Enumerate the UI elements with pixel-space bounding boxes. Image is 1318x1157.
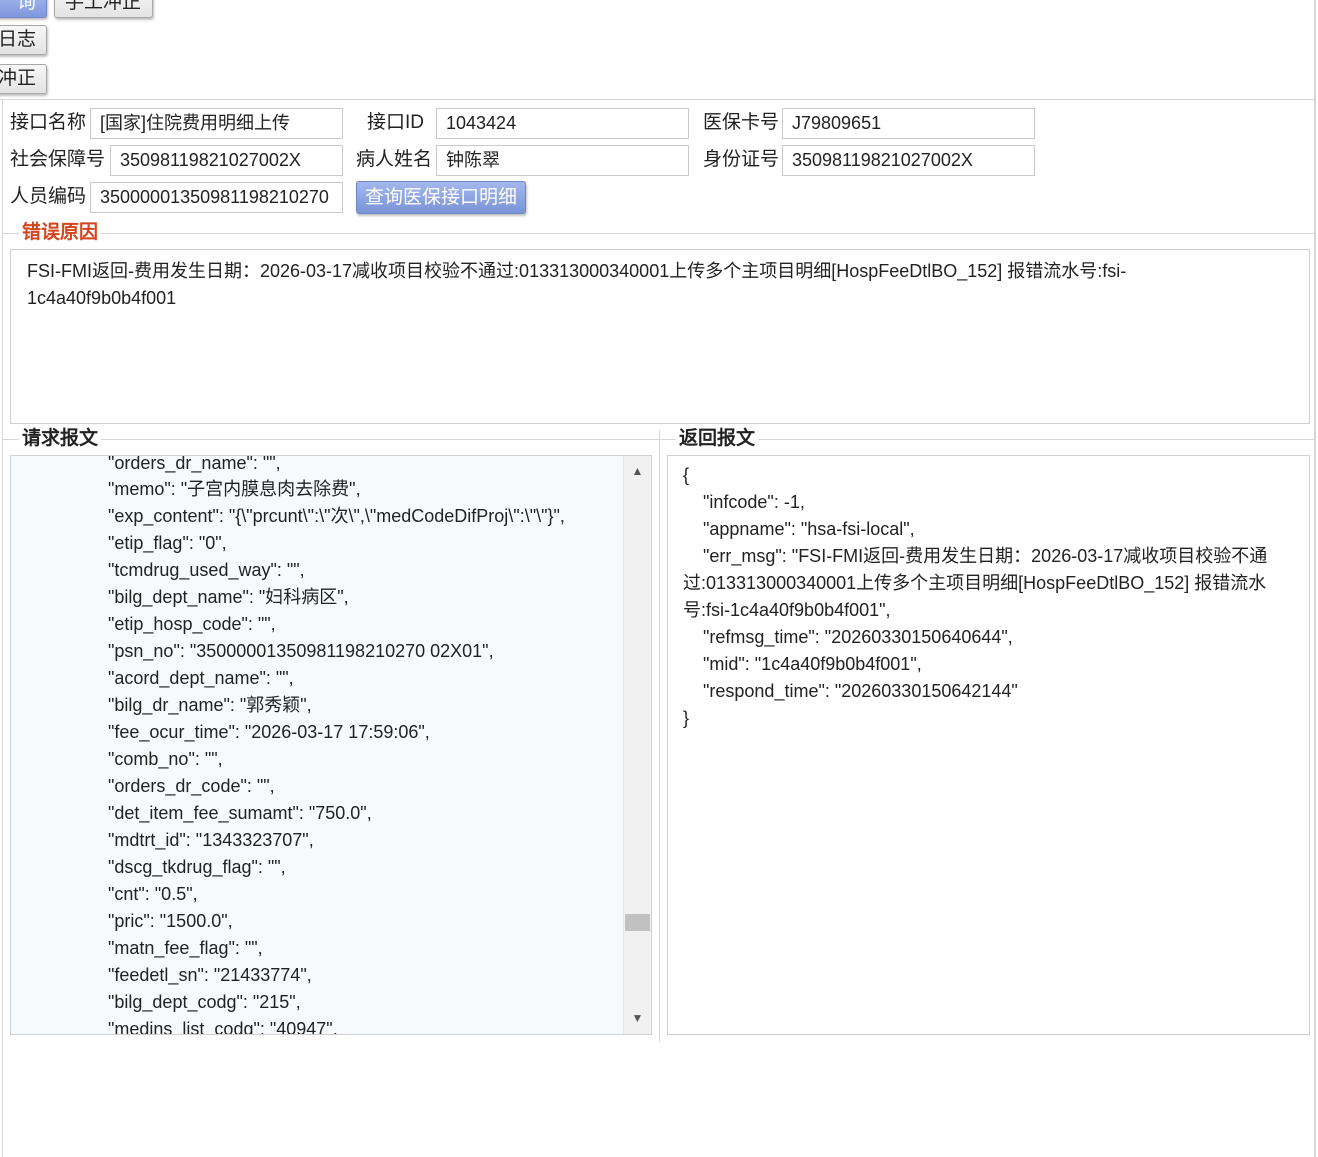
scrollbar-thumb[interactable]: [625, 914, 650, 931]
interface-name-label: 接口名称: [10, 112, 87, 133]
request-line: "dscg_tkdrug_flag": "",: [108, 857, 286, 877]
request-line: "det_item_fee_sumamt": "750.0",: [108, 803, 372, 823]
request-line: "memo": "子宫内膜息肉去除费",: [108, 479, 361, 499]
response-line: "infcode": -1,: [683, 492, 805, 512]
response-line: "respond_time": "20260330150642144": [683, 681, 1018, 701]
window-left-border: [2, 100, 3, 1157]
response-line: 过:013313000340001上传多个主项目明细[HospFeeDtlBO_…: [683, 573, 1267, 593]
insurance-card-label: 医保卡号: [703, 112, 780, 133]
interface-id-label: 接口ID: [367, 112, 425, 133]
toolbar-divider: [0, 99, 1314, 100]
error-line: 1c4a40f9b0b4f001: [27, 288, 177, 308]
request-line: "acord_dept_name": "",: [108, 668, 294, 688]
request-message-box[interactable]: "orders_dr_name": "", "memo": "子宫内膜息肉去除费…: [10, 455, 652, 1035]
correction-button[interactable]: 冲正: [0, 64, 47, 94]
response-line: "refmsg_time": "20260330150640644",: [683, 627, 1013, 647]
error-message-box[interactable]: FSI-FMI返回-费用发生日期：2026-03-17减收项目校验不通过:013…: [10, 249, 1310, 424]
response-section-title: 返回报文: [676, 428, 759, 450]
response-line: "err_msg": "FSI-FMI返回-费用发生日期：2026-03-17减…: [683, 546, 1268, 566]
request-line: "etip_hosp_code": "",: [108, 614, 276, 634]
patient-name-field[interactable]: 钟陈翠: [436, 145, 689, 176]
request-line: "bilg_dr_name": "郭秀颖",: [108, 695, 312, 715]
request-line: "medins_list_codg": "40947",: [108, 1019, 338, 1035]
window-right-border: [1314, 0, 1316, 1157]
error-section-title: 错误原因: [19, 222, 102, 244]
request-scrollbar[interactable]: ▲ ▼: [623, 456, 651, 1034]
response-message-box[interactable]: { "infcode": -1, "appname": "hsa-fsi-loc…: [667, 455, 1310, 1035]
id-card-field[interactable]: 35098119821027002X: [782, 145, 1035, 176]
request-line: "mdtrt_id": "1343323707",: [108, 830, 314, 850]
error-section-rule: [3, 233, 1314, 234]
manual-correction-button[interactable]: 手工冲正: [54, 0, 153, 18]
request-line: "fee_ocur_time": "2026-03-17 17:59:06",: [108, 722, 430, 742]
panel-splitter[interactable]: [659, 430, 660, 1042]
log-button[interactable]: 日志: [0, 25, 47, 55]
interface-name-field[interactable]: [国家]住院费用明细上传: [90, 108, 343, 139]
request-line: "exp_content": "{\"prcunt\":\"次\",\"medC…: [108, 506, 565, 526]
social-security-label: 社会保障号: [10, 149, 106, 170]
query-detail-button[interactable]: 查询医保接口明细: [356, 181, 526, 214]
request-line: "pric": "1500.0",: [108, 911, 233, 931]
request-line: "orders_dr_name": "",: [108, 455, 281, 473]
patient-name-label: 病人姓名: [356, 149, 433, 170]
scroll-up-icon[interactable]: ▲: [624, 459, 651, 483]
id-card-label: 身份证号: [703, 149, 780, 170]
insurance-card-field[interactable]: J79809651: [782, 108, 1035, 139]
request-line: "etip_flag": "0",: [108, 533, 227, 553]
response-line: "appname": "hsa-fsi-local",: [683, 519, 915, 539]
request-line: "tcmdrug_used_way": "",: [108, 560, 305, 580]
response-line: {: [683, 465, 690, 485]
query-button[interactable]: 询: [0, 0, 47, 18]
request-line: "comb_no": "",: [108, 749, 223, 769]
request-line: "orders_dr_code": "",: [108, 776, 275, 796]
person-code-label: 人员编码: [10, 186, 87, 207]
request-line: "bilg_dept_name": "妇科病区",: [108, 587, 349, 607]
response-line: "mid": "1c4a40f9b0b4f001",: [683, 654, 922, 674]
response-line: }: [683, 708, 690, 728]
request-line: "matn_fee_flag": "",: [108, 938, 263, 958]
request-section-title: 请求报文: [19, 428, 102, 450]
scroll-down-icon[interactable]: ▼: [624, 1006, 651, 1030]
person-code-field[interactable]: 35000001350981198210270: [90, 182, 343, 213]
interface-id-field[interactable]: 1043424: [436, 108, 689, 139]
social-security-field[interactable]: 35098119821027002X: [110, 145, 343, 176]
error-line: FSI-FMI返回-费用发生日期：2026-03-17减收项目校验不通过:013…: [27, 261, 1127, 281]
request-line: "feedetl_sn": "21433774",: [108, 965, 312, 985]
request-line: "psn_no": "35000001350981198210270 02X01…: [108, 641, 494, 661]
request-line: "bilg_dept_codg": "215",: [108, 992, 301, 1012]
request-line: "cnt": "0.5",: [108, 884, 198, 904]
response-line: 号:fsi-1c4a40f9b0b4f001",: [683, 600, 891, 620]
